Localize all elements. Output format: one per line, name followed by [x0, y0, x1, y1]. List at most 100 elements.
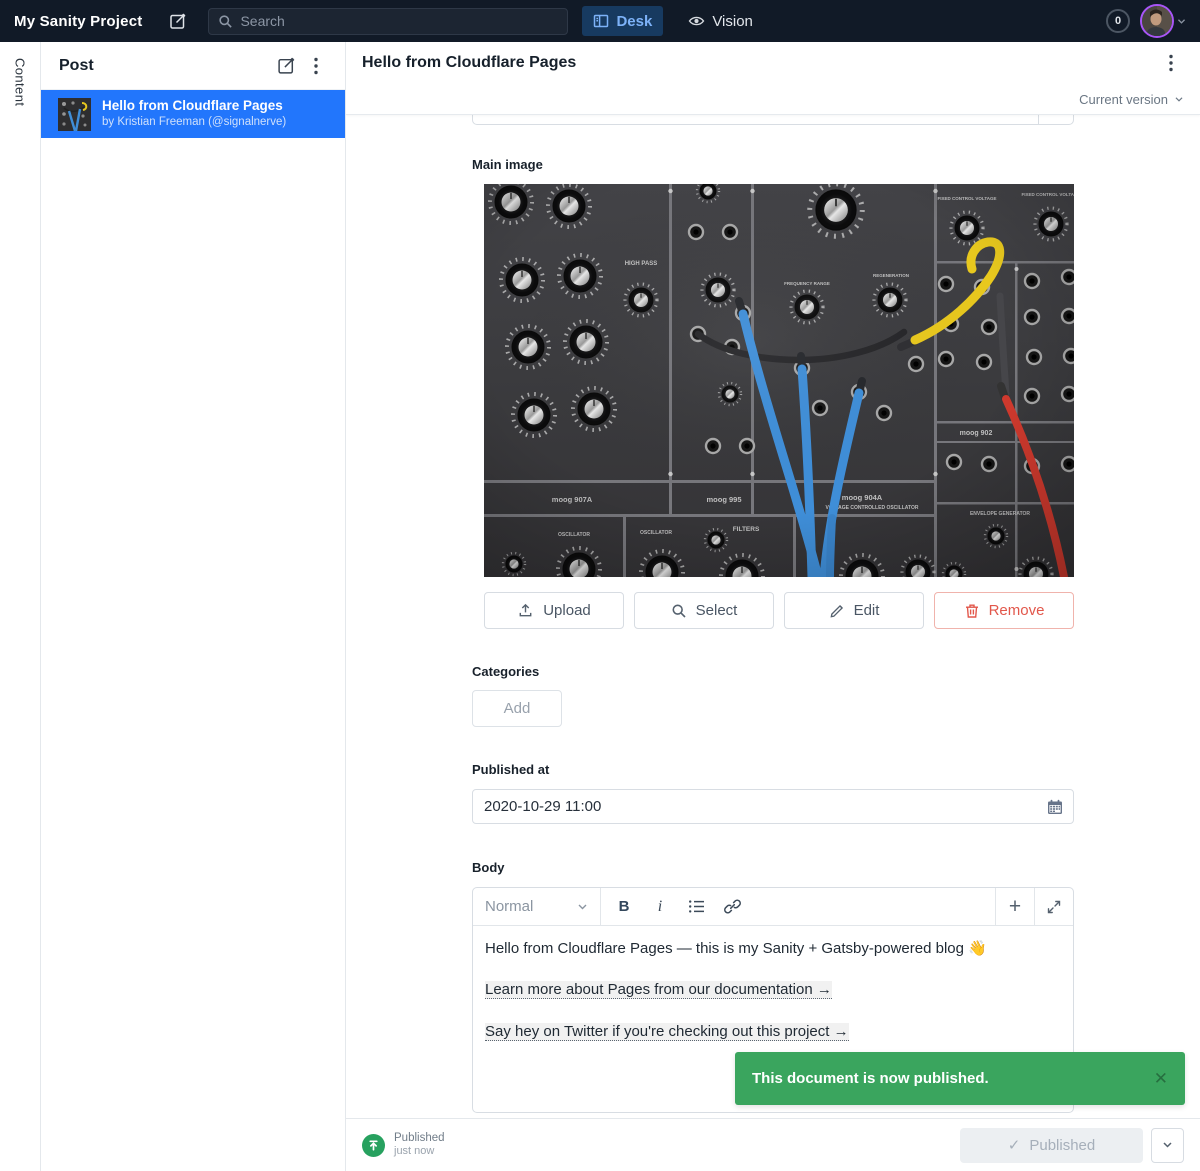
top-navbar: My Sanity Project Desk Vision 0	[0, 0, 1200, 42]
compose-icon	[169, 12, 187, 30]
text-style-select[interactable]: Normal	[473, 888, 601, 925]
edit-label: Edit	[854, 602, 880, 619]
publish-menu-button[interactable]	[1151, 1128, 1184, 1163]
published-at-label: Published at	[472, 762, 1074, 777]
fullscreen-button[interactable]	[1034, 888, 1073, 925]
list-menu-button[interactable]	[301, 51, 331, 81]
synthesizer-photo: FIXED CONTROL VOLTAGE FIXED CONTROL VOLT…	[484, 184, 1074, 577]
bullet-list-button[interactable]	[679, 892, 713, 922]
tab-vision[interactable]: Vision	[677, 6, 764, 36]
document-menu-button[interactable]	[1156, 48, 1186, 78]
body-label: Body	[472, 860, 1074, 875]
list-pane-title: Post	[59, 57, 94, 75]
italic-button[interactable]: i	[643, 892, 677, 922]
document-footer: Published just now ✓ Published	[346, 1118, 1200, 1171]
chevron-down-icon	[1177, 18, 1186, 25]
upload-icon	[517, 602, 534, 619]
slug-field-clipped	[472, 115, 1074, 125]
publish-status-time: just now	[394, 1145, 445, 1158]
check-icon: ✓	[1008, 1136, 1021, 1154]
list-pane-header: Post	[41, 42, 345, 90]
upload-label: Upload	[543, 602, 591, 619]
new-document-button[interactable]	[164, 7, 192, 35]
body-paragraph: Hello from Cloudflare Pages — this is my…	[485, 939, 1061, 959]
kebab-icon	[1169, 54, 1173, 72]
avatar	[1140, 4, 1174, 38]
calendar-button[interactable]	[1046, 798, 1064, 816]
content-rail-label: Content	[13, 58, 28, 106]
categories-label: Categories	[472, 664, 1074, 679]
user-menu[interactable]	[1140, 4, 1186, 38]
compose-icon	[277, 56, 296, 75]
footer-actions: ✓ Published	[960, 1128, 1184, 1163]
publish-status-icon	[362, 1134, 385, 1157]
publish-status-title: Published	[394, 1132, 445, 1146]
editor-content[interactable]: Hello from Cloudflare Pages — this is my…	[473, 926, 1073, 1042]
insert-block-button[interactable]: +	[995, 888, 1034, 925]
kebab-icon	[314, 57, 318, 75]
select-button[interactable]: Select	[634, 592, 774, 629]
plus-icon: +	[1009, 896, 1021, 917]
project-title: My Sanity Project	[14, 13, 142, 30]
post-item-title: Hello from Cloudflare Pages	[102, 98, 286, 115]
body-link-twitter[interactable]: Say hey on Twitter if you're checking ou…	[485, 1023, 849, 1041]
image-actions: Upload Select Edit Remove	[484, 592, 1074, 629]
eye-icon	[688, 14, 705, 28]
tab-vision-label: Vision	[712, 13, 753, 30]
text-style-value: Normal	[485, 898, 533, 915]
navbar-right: 0	[1106, 4, 1186, 38]
published-at-input[interactable]	[484, 798, 1037, 815]
post-thumbnail	[58, 98, 91, 131]
add-category-button[interactable]: Add	[472, 690, 562, 727]
search-icon	[671, 603, 687, 619]
chevron-down-icon	[1162, 1141, 1173, 1149]
divider	[1038, 115, 1039, 124]
global-search[interactable]	[208, 8, 568, 35]
upload-button[interactable]: Upload	[484, 592, 624, 629]
bold-button[interactable]: B	[607, 892, 641, 922]
bullet-list-icon	[688, 899, 705, 914]
pencil-icon	[829, 603, 845, 619]
document-list-pane: Post Hello from Cloudflare Pages by Kris…	[41, 42, 346, 1171]
post-item-subtitle: by Kristian Freeman (@signalnerve)	[102, 115, 286, 130]
calendar-icon	[1046, 798, 1064, 816]
select-label: Select	[696, 602, 738, 619]
main-image-preview[interactable]: FIXED CONTROL VOLTAGE FIXED CONTROL VOLT…	[484, 184, 1074, 577]
published-at-field	[472, 789, 1074, 824]
chevron-down-icon	[577, 903, 588, 911]
link-icon	[724, 898, 741, 915]
remove-label: Remove	[989, 602, 1045, 619]
edit-button[interactable]: Edit	[784, 592, 924, 629]
document-title: Hello from Cloudflare Pages	[362, 54, 576, 72]
add-label: Add	[504, 700, 531, 717]
link-button[interactable]	[715, 892, 749, 922]
status-badge[interactable]: 0	[1106, 9, 1130, 33]
spacer	[749, 888, 995, 925]
document-scroll-area[interactable]: Main image	[346, 115, 1200, 1118]
content-rail[interactable]: Content	[0, 42, 41, 1171]
remove-button[interactable]: Remove	[934, 592, 1074, 629]
publish-button-label: Published	[1029, 1137, 1095, 1154]
list-item-post[interactable]: Hello from Cloudflare Pages by Kristian …	[41, 90, 345, 138]
document-header: Hello from Cloudflare Pages Current vers…	[346, 42, 1200, 115]
main-image-label: Main image	[472, 157, 1074, 172]
version-label: Current version	[1079, 92, 1168, 107]
version-selector[interactable]: Current version	[1079, 92, 1184, 107]
tab-desk[interactable]: Desk	[582, 6, 663, 36]
editor-toolbar: Normal B i +	[473, 888, 1073, 926]
create-post-button[interactable]	[271, 51, 301, 81]
tab-desk-label: Desk	[616, 13, 652, 30]
publish-status-text: Published just now	[394, 1132, 445, 1159]
close-icon[interactable]: ✕	[1154, 1069, 1168, 1089]
search-input[interactable]	[240, 13, 558, 29]
chevron-down-icon	[1174, 96, 1184, 103]
desk-icon	[593, 13, 609, 29]
toast-message: This document is now published.	[752, 1070, 989, 1087]
expand-icon	[1047, 900, 1061, 914]
publish-arrow-icon	[366, 1138, 381, 1153]
slug-input[interactable]	[472, 115, 1074, 125]
post-item-text: Hello from Cloudflare Pages by Kristian …	[102, 98, 286, 130]
publish-button[interactable]: ✓ Published	[960, 1128, 1143, 1163]
body-link-documentation[interactable]: Learn more about Pages from our document…	[485, 981, 832, 999]
format-buttons: B i	[601, 888, 749, 925]
